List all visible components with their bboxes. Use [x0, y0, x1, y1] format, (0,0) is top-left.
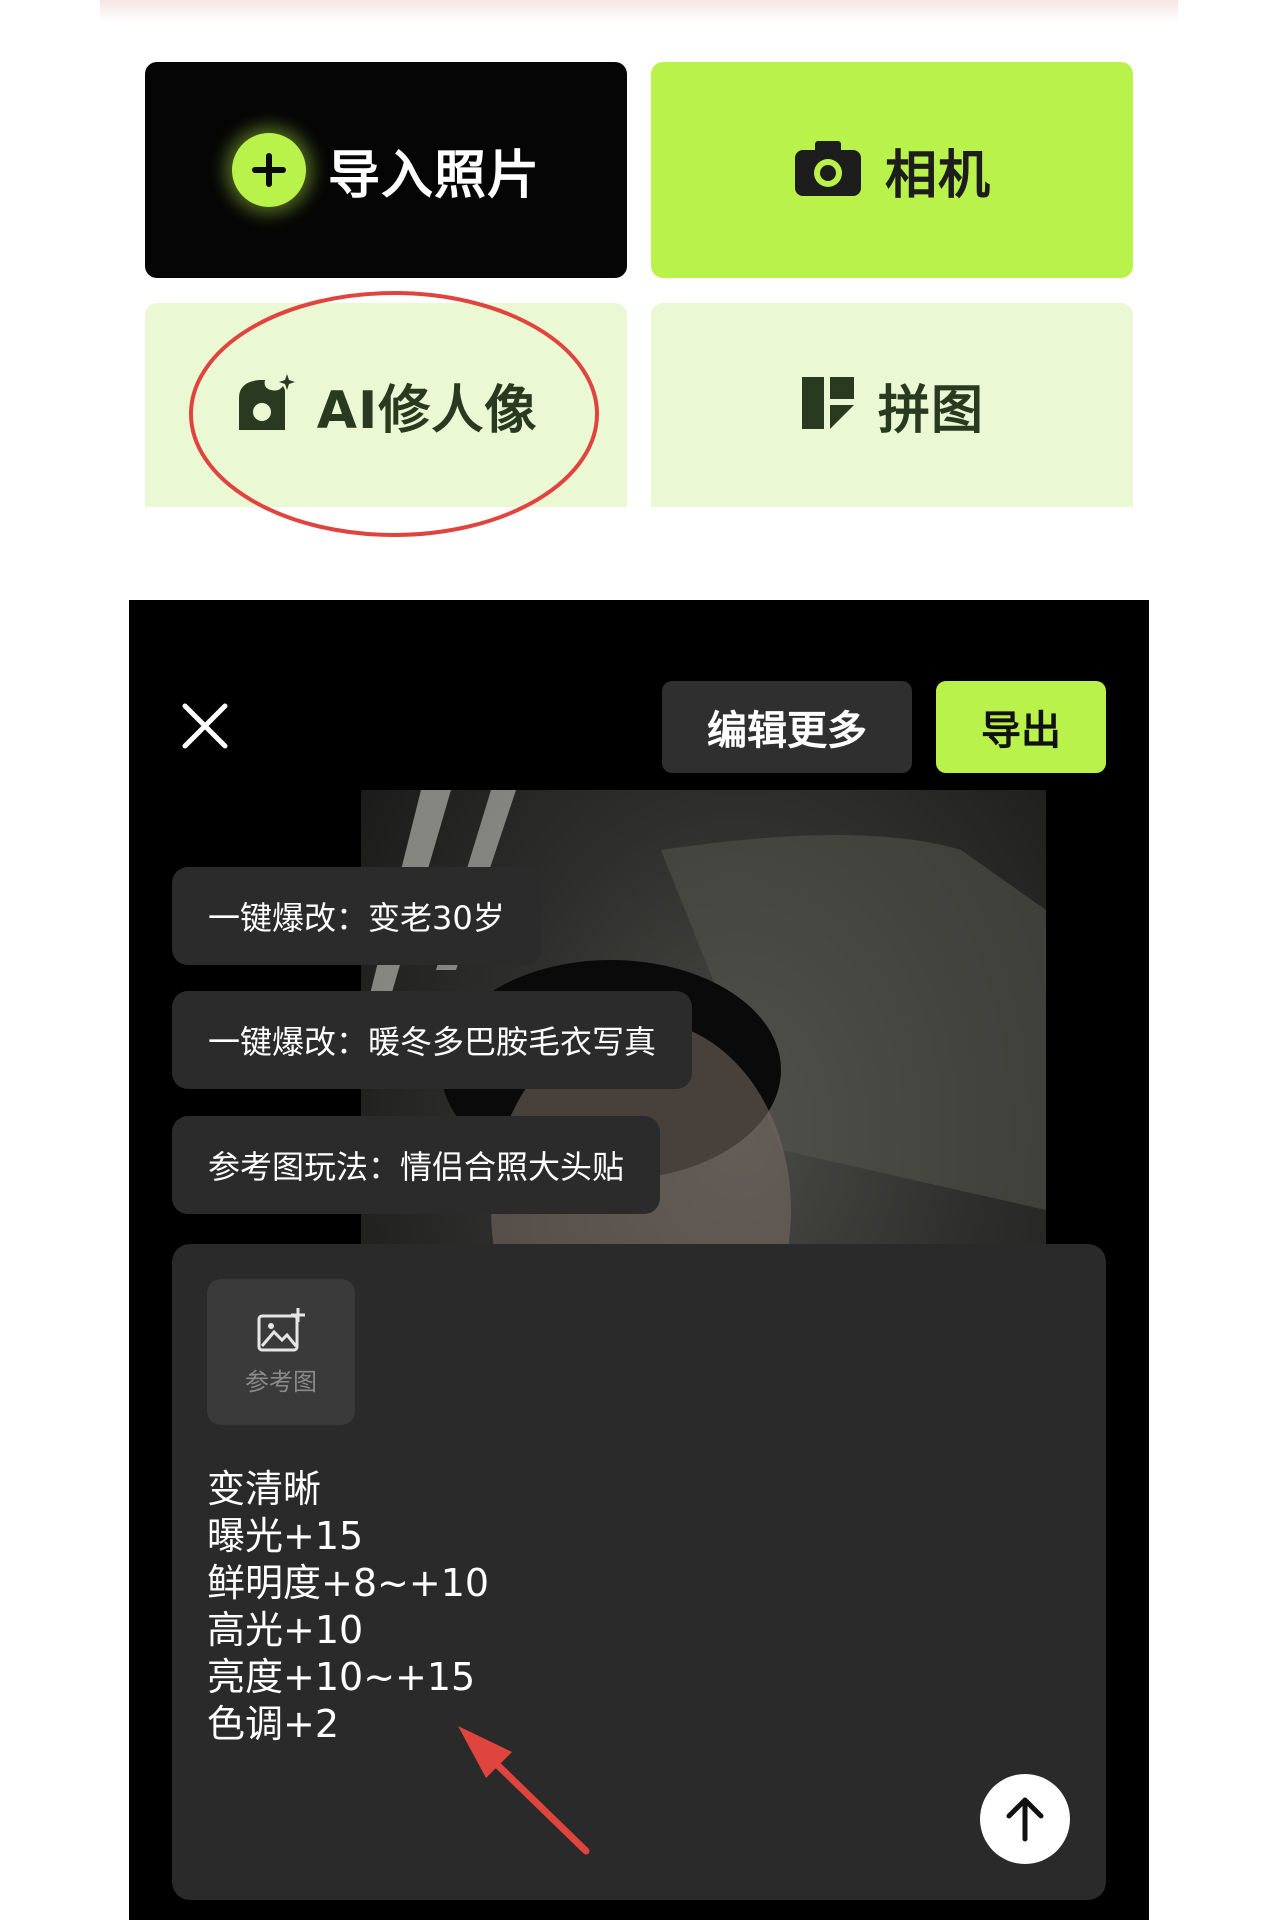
ai-portrait-label: AI修人像: [316, 380, 538, 441]
camera-label: 相机: [884, 145, 991, 206]
reference-image-label: 参考图: [245, 1367, 317, 1396]
collage-button[interactable]: 拼图: [651, 303, 1133, 507]
prompt-line: 高光+10: [207, 1608, 364, 1652]
prompt-text[interactable]: 变清晰 曝光+15 鲜明度+8~+10 高光+10 亮度+10~+15 色调+2: [207, 1466, 907, 1748]
camera-button[interactable]: 相机: [651, 62, 1133, 278]
suggestion-chip[interactable]: 一键爆改：暖冬多巴胺毛衣写真: [172, 991, 693, 1089]
ai-editor-panel: 编辑更多 导出 一键爆改：变老30岁 一键爆改：暖冬多巴胺毛衣写真 参考图玩法：…: [129, 600, 1149, 1920]
plus-icon: [231, 133, 306, 207]
prompt-line: 变清晰: [207, 1467, 322, 1511]
top-banner-strip: [100, 0, 1178, 22]
prompt-line: 鲜明度+8~+10: [207, 1561, 490, 1605]
send-button[interactable]: [980, 1774, 1070, 1864]
prompt-line: 色调+2: [207, 1702, 340, 1746]
ai-portrait-button[interactable]: AI修人像: [145, 303, 627, 507]
export-button[interactable]: 导出: [936, 681, 1106, 773]
import-photo-button[interactable]: 导入照片: [145, 62, 627, 278]
reference-image-button[interactable]: 参考图: [207, 1279, 355, 1425]
collage-icon: [800, 375, 856, 435]
prompt-input-box[interactable]: 参考图 变清晰 曝光+15 鲜明度+8~+10 高光+10 亮度+10~+15 …: [172, 1244, 1106, 1900]
close-icon: [182, 703, 228, 749]
edit-more-button[interactable]: 编辑更多: [662, 681, 912, 773]
camera-icon: [793, 138, 863, 202]
suggestion-chip[interactable]: 参考图玩法：情侣合照大头贴: [172, 1116, 661, 1214]
close-button[interactable]: [179, 700, 231, 752]
prompt-line: 亮度+10~+15: [207, 1655, 476, 1699]
prompt-line: 曝光+15: [207, 1514, 364, 1558]
collage-label: 拼图: [877, 380, 984, 441]
import-photo-label: 导入照片: [327, 145, 540, 206]
suggestion-chip[interactable]: 一键爆改：变老30岁: [172, 867, 541, 965]
ai-portrait-icon: [235, 372, 295, 438]
image-add-icon: [257, 1307, 305, 1351]
arrow-up-icon: [1006, 1797, 1044, 1842]
